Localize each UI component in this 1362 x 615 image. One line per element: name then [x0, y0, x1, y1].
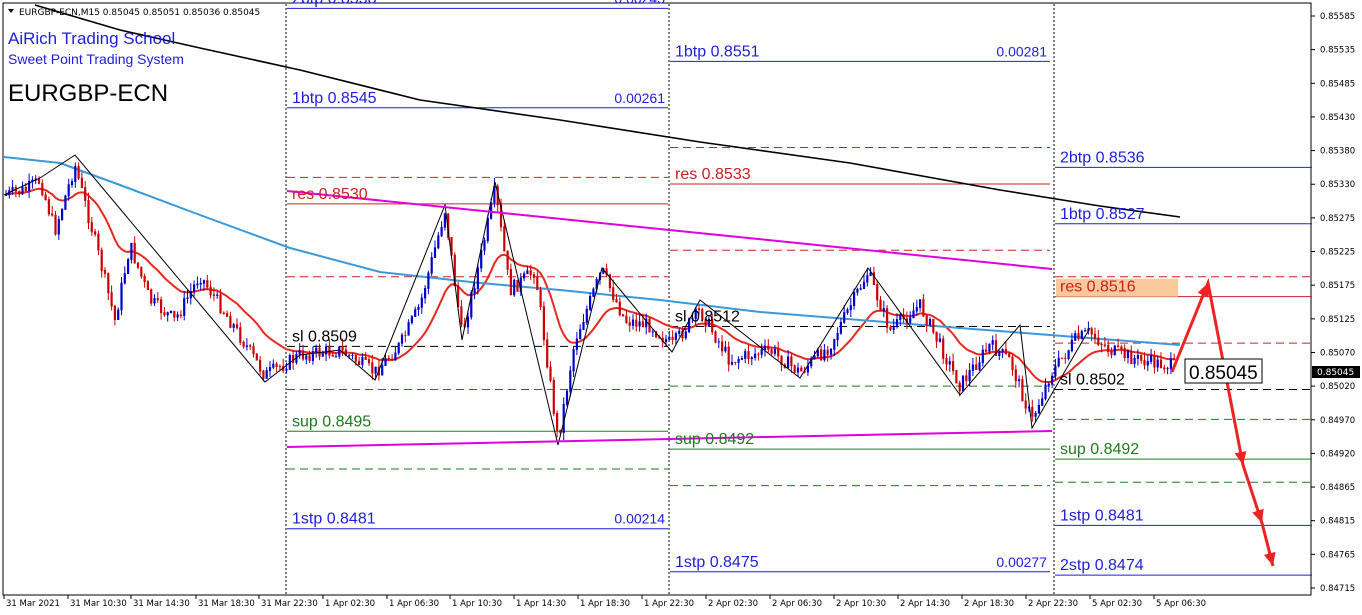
x-tick-label: 2 Apr 06:30 [772, 599, 822, 609]
price-chart[interactable]: 2btp 0.8558 0.00245 1btp 0.8545 0.00261 res … [0, 0, 1362, 615]
y-tick-label: 0.85380 [1320, 147, 1355, 157]
x-tick-label: 5 Apr 02:30 [1092, 599, 1142, 609]
level-label: sl 0.8509 [292, 328, 357, 345]
level-distance: 0.00277 [996, 554, 1047, 570]
level-label: 1btp 0.8551 [675, 43, 760, 60]
level-label: sup 0.8492 [675, 431, 754, 448]
y-tick-label: 0.85330 [1320, 180, 1355, 190]
y-axis: 0.85585 0.85535 0.85485 0.85430 0.85380 0.853… [1311, 12, 1355, 594]
y-tick-label: 0.84765 [1320, 550, 1355, 560]
x-tick-label: 5 Apr 06:30 [1156, 599, 1206, 609]
level-distance: 0.00214 [614, 511, 665, 527]
y-tick-label: 0.85275 [1320, 214, 1355, 224]
y-tick-label: 0.85585 [1320, 12, 1355, 22]
level-label: sl 0.8502 [1060, 371, 1125, 388]
x-tick-label: 2 Apr 10:30 [836, 599, 886, 609]
level-label: 2btp 0.8536 [1060, 149, 1145, 166]
x-tick-label: 1 Apr 10:30 [452, 599, 502, 609]
y-tick-label: 0.84970 [1320, 416, 1355, 426]
level-distance: 0.00261 [614, 90, 665, 106]
x-tick-label: 2 Apr 22:30 [1028, 599, 1078, 609]
y-tick-label: 0.85125 [1320, 315, 1355, 325]
x-tick-label: 31 Mar 14:30 [133, 599, 190, 609]
x-tick-label: 31 Mar 22:30 [261, 599, 318, 609]
x-tick-label: 2 Apr 02:30 [708, 599, 758, 609]
y-tick-label: 0.84815 [1320, 517, 1355, 527]
x-tick-label: 31 Mar 10:30 [70, 599, 127, 609]
y-tick-label: 0.85175 [1320, 281, 1355, 291]
y-tick-label: 0.85535 [1320, 46, 1355, 56]
x-axis: 31 Mar 2021 31 Mar 10:30 31 Mar 14:30 31 Ma… [3, 595, 1206, 609]
symbol-info: EURGBP-ECN,M15 0.85045 0.85051 0.85036 0… [19, 8, 260, 18]
current-price-label: 0.85045 [1189, 363, 1258, 384]
level-label: res 0.8533 [675, 166, 751, 183]
level-label: sup 0.8492 [1060, 441, 1139, 458]
x-tick-label: 1 Apr 22:30 [644, 599, 694, 609]
level-label: 1btp 0.8527 [1060, 206, 1145, 223]
level-label: 1stp 0.8481 [1060, 507, 1144, 524]
y-tick-label: 0.85070 [1320, 348, 1355, 358]
level-label: 1btp 0.8545 [292, 90, 377, 107]
x-tick-label: 2 Apr 14:30 [900, 599, 950, 609]
x-tick-label: 31 Mar 2021 [6, 599, 60, 609]
level-label: res 0.8516 [1060, 279, 1136, 296]
level-label: res 0.8530 [292, 186, 368, 203]
y-tick-label: 0.85225 [1320, 248, 1355, 258]
level-label: 1stp 0.8475 [675, 554, 759, 571]
price-tag-text: 0.85045 [1317, 368, 1354, 378]
school-title: AiRich Trading School [8, 29, 175, 48]
level-label: sup 0.8495 [292, 413, 371, 430]
x-tick-label: 1 Apr 06:30 [389, 599, 439, 609]
symbol-title: EURGBP-ECN [8, 80, 168, 107]
system-title: Sweet Point Trading System [8, 51, 184, 67]
level-label: 2btp 0.8558 [292, 0, 377, 7]
y-tick-label: 0.84920 [1320, 449, 1355, 459]
x-tick-label: 2 Apr 18:30 [964, 599, 1014, 609]
y-tick-label: 0.85430 [1320, 113, 1355, 123]
y-tick-label: 0.85020 [1320, 382, 1355, 392]
level-distance: 0.00245 [614, 0, 665, 6]
x-tick-label: 1 Apr 02:30 [325, 599, 375, 609]
level-label: 1stp 0.8481 [292, 511, 376, 528]
y-tick-label: 0.84715 [1320, 584, 1355, 594]
level-label: 2stp 0.8474 [1060, 557, 1144, 574]
x-tick-label: 1 Apr 18:30 [580, 599, 630, 609]
level-distance: 0.00281 [996, 43, 1047, 59]
y-tick-label: 0.84865 [1320, 483, 1355, 493]
x-tick-label: 31 Mar 18:30 [198, 599, 255, 609]
level-label: sl 0.8512 [675, 309, 740, 326]
y-tick-label: 0.85485 [1320, 79, 1355, 89]
x-tick-label: 1 Apr 14:30 [516, 599, 566, 609]
